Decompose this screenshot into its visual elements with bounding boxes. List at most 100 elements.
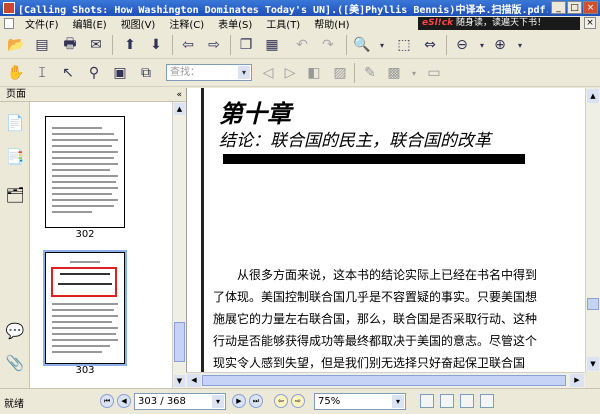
note-icon[interactable]: ▭	[424, 63, 444, 83]
page-up-icon[interactable]: ⬆	[120, 35, 140, 55]
highlight-icon[interactable]: ◧	[304, 63, 324, 83]
single-page-view-icon[interactable]	[420, 394, 434, 408]
paragraph-line: 施展它的力量左右联合国，那么，联合国是否采取行动、这种	[213, 312, 538, 326]
document-close-button[interactable]: ×	[584, 17, 596, 29]
menu-tools[interactable]: 工具(T)	[259, 16, 307, 31]
thumbnail-scrollbar[interactable]: ▲ ▼	[172, 102, 186, 388]
page-indicator: 303 / 368	[138, 396, 186, 407]
page-down-icon[interactable]: ⬇	[146, 35, 166, 55]
menu-comment[interactable]: 注释(C)	[162, 16, 211, 31]
page-thumbnail-selected[interactable]	[43, 250, 127, 366]
zoom-plus-icon[interactable]: ⊕	[490, 35, 510, 55]
status-text: 就绪	[4, 399, 24, 410]
thumbnail-list[interactable]: 302 303	[30, 102, 172, 388]
menu-edit[interactable]: 编辑(E)	[66, 16, 114, 31]
zoom-level-select[interactable]: 75% ▾	[314, 393, 406, 410]
print-icon[interactable]: 🖶	[60, 35, 80, 55]
paragraph-line: 现实令人感到失望，但是我们别无选择只好奋起保卫联合国	[213, 356, 526, 370]
chevron-down-icon[interactable]: ▾	[238, 66, 250, 79]
forward-view-icon[interactable]: ⇨	[291, 394, 305, 408]
page-border	[201, 88, 204, 372]
fit-page-icon[interactable]: ⬚	[394, 35, 414, 55]
menu-bar: 文件(F) 编辑(E) 视图(V) 注释(C) 表单(S) 工具(T) 帮助(H…	[0, 16, 600, 31]
back-arrow-icon[interactable]: ⇦	[178, 35, 198, 55]
previous-page-icon[interactable]: ◀	[117, 394, 131, 408]
document-view[interactable]: 第十章 结论：联合国的民主，联合国的改革 从很多方面来说，这本书的结论实际上已经…	[186, 88, 585, 372]
collapse-panel-icon[interactable]: «	[176, 88, 182, 102]
binoculars-icon[interactable]: ⚲	[84, 63, 104, 83]
continuous-view-icon[interactable]	[440, 394, 454, 408]
back-view-icon[interactable]: ⇦	[274, 394, 288, 408]
chevron-down-icon[interactable]: ▾	[510, 35, 530, 55]
pointer-icon[interactable]: ↖	[58, 63, 78, 83]
menu-forms[interactable]: 表单(S)	[211, 16, 259, 31]
zoom-in-magnifier-icon[interactable]: 🔍	[352, 35, 372, 55]
last-page-icon[interactable]: ⏭	[249, 394, 263, 408]
copy-icon[interactable]: ❐	[236, 35, 256, 55]
scroll-down-icon[interactable]: ▼	[587, 357, 599, 371]
annotation-icon[interactable]: ✎	[360, 63, 380, 83]
zoom-out-icon[interactable]: ⊖	[452, 35, 472, 55]
scroll-thumb[interactable]	[174, 322, 185, 362]
find-previous-icon[interactable]: ◁	[258, 63, 278, 83]
redo-icon[interactable]: ↷	[318, 35, 338, 55]
camera-icon[interactable]: ⧉	[136, 63, 156, 83]
promo-banner[interactable]: eSl!ck 随身读，读遍天下书！	[418, 17, 580, 30]
menu-help[interactable]: 帮助(H)	[307, 16, 356, 31]
fit-width-icon[interactable]: ⇔	[420, 35, 440, 55]
chevron-down-icon[interactable]: ▾	[212, 395, 224, 408]
menu-view[interactable]: 视图(V)	[114, 16, 163, 31]
scroll-left-icon[interactable]: ◀	[187, 374, 201, 387]
close-button[interactable]: ×	[583, 1, 598, 14]
pages-tab-icon[interactable]: 📄	[5, 112, 25, 134]
stamp-icon[interactable]: ▨	[330, 63, 350, 83]
scroll-thumb[interactable]	[202, 375, 566, 386]
document-horizontal-scrollbar[interactable]: ◀ ▶	[186, 372, 585, 388]
forward-arrow-icon[interactable]: ⇨	[204, 35, 224, 55]
page-thumbnail[interactable]	[45, 116, 125, 228]
checker-icon[interactable]: ▩	[384, 63, 404, 83]
page-number-input[interactable]: 303 / 368 ▾	[134, 393, 226, 410]
window-title: [Calling Shots: How Washington Dominates…	[18, 4, 548, 16]
scroll-up-icon[interactable]: ▲	[587, 89, 599, 103]
scroll-thumb[interactable]	[587, 298, 599, 310]
continuous-facing-view-icon[interactable]	[480, 394, 494, 408]
current-view-indicator[interactable]	[51, 267, 117, 297]
next-page-icon[interactable]: ▶	[232, 394, 246, 408]
facing-view-icon[interactable]	[460, 394, 474, 408]
menu-file[interactable]: 文件(F)	[18, 16, 66, 31]
hand-tool-icon[interactable]: ✋	[6, 63, 26, 83]
maximize-button[interactable]: □	[567, 1, 582, 14]
snapshot-icon[interactable]: ▣	[110, 63, 130, 83]
scroll-right-icon[interactable]: ▶	[570, 374, 584, 387]
open-folder-icon[interactable]: 📂	[6, 35, 26, 55]
email-icon[interactable]: ✉	[86, 35, 106, 55]
first-page-icon[interactable]: ⏮	[100, 394, 114, 408]
pages-panel-header: 页面 «	[0, 88, 186, 102]
status-bar: 就绪 ⏮ ◀ 303 / 368 ▾ ▶ ⏭ ⇦ ⇨ 75% ▾	[0, 388, 600, 414]
minimize-button[interactable]: _	[551, 1, 566, 14]
scroll-up-icon[interactable]: ▲	[174, 103, 185, 115]
main-toolbar: 📂 ▤ 🖶 ✉ ⬆ ⬇ ⇦ ⇨ ❐ ▦ ↶ ↷ 🔍 ▾ ⬚ ⇔ ⊖ ▾ ⊕ ▾	[0, 31, 600, 59]
bookmarks-tab-icon[interactable]: 📑	[5, 146, 25, 168]
chevron-down-icon[interactable]: ▾	[472, 35, 492, 55]
chevron-down-icon[interactable]: ▾	[404, 63, 424, 83]
find-next-icon[interactable]: ▷	[280, 63, 300, 83]
select-text-icon[interactable]: 𝙸	[32, 63, 52, 83]
paragraph-line: 行动是否能够获得成功等最终都取决于美国的意志。尽管这个	[213, 334, 538, 348]
scroll-down-icon[interactable]: ▼	[174, 375, 185, 387]
chapter-subtitle: 结论：联合国的民主，联合国的改革	[219, 131, 491, 151]
find-input[interactable]: 查找： ▾	[166, 64, 252, 81]
title-bar: [Calling Shots: How Washington Dominates…	[0, 0, 600, 16]
undo-icon[interactable]: ↶	[292, 35, 312, 55]
layers-tab-icon[interactable]: 🗂	[5, 184, 25, 206]
document-vertical-scrollbar[interactable]: ▲ ▼	[585, 88, 600, 372]
paragraph-line: 从很多方面来说，这本书的结论实际上已经在书名中得到	[237, 268, 538, 282]
paste-icon[interactable]: ▦	[262, 35, 282, 55]
chevron-down-icon[interactable]: ▾	[392, 395, 404, 408]
side-tab-strip: 📄 📑 🗂 💬 📎	[0, 102, 30, 388]
save-icon[interactable]: ▤	[32, 35, 52, 55]
chevron-down-icon[interactable]: ▾	[372, 35, 392, 55]
comments-tab-icon[interactable]: 💬	[5, 320, 25, 342]
attachments-tab-icon[interactable]: 📎	[5, 352, 25, 374]
